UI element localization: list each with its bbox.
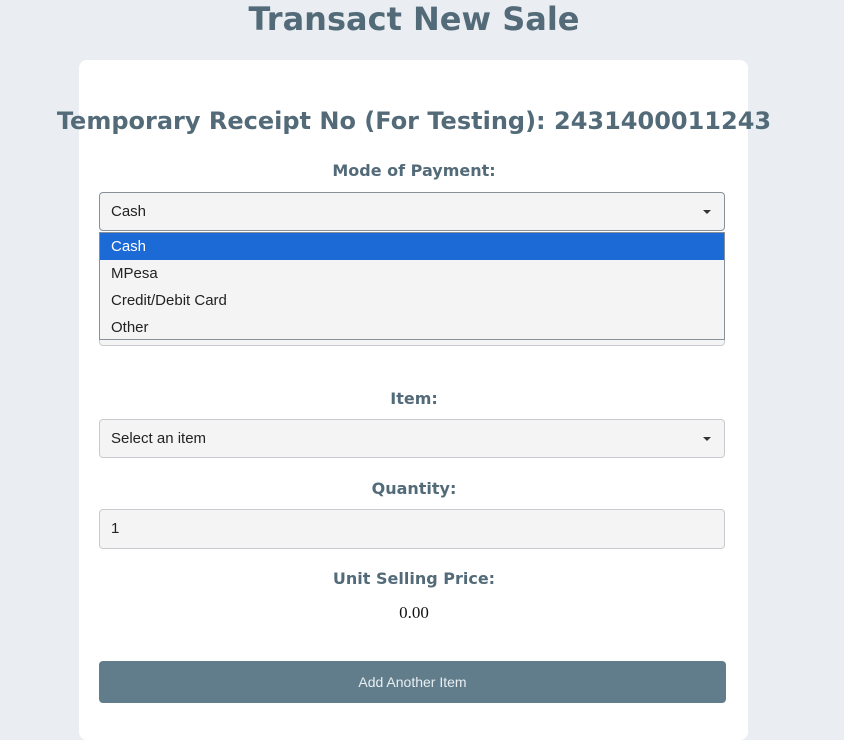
payment-mode-selected-value: Cash (111, 203, 147, 220)
page-title: Transact New Sale (248, 0, 580, 38)
item-selected-value: Select an item (111, 430, 207, 447)
quantity-label: Quantity: (371, 479, 457, 498)
payment-mode-dropdown: Cash MPesa Credit/Debit Card Other (99, 232, 725, 340)
unit-price-value: 0.00 (399, 603, 429, 622)
payment-mode-select[interactable]: Cash (99, 192, 725, 231)
quantity-input[interactable]: 1 (99, 509, 725, 549)
add-another-item-button[interactable]: Add Another Item (99, 661, 726, 703)
payment-option-other[interactable]: Other (100, 314, 724, 341)
payment-option-mpesa[interactable]: MPesa (100, 260, 724, 287)
payment-option-card[interactable]: Credit/Debit Card (100, 287, 724, 314)
quantity-value: 1 (111, 520, 120, 537)
item-select[interactable]: Select an item (99, 419, 725, 458)
item-label: Item: (390, 389, 438, 408)
unit-price-label: Unit Selling Price: (332, 569, 496, 588)
payment-option-cash[interactable]: Cash (100, 233, 724, 260)
chevron-down-icon (703, 437, 711, 441)
payment-mode-label: Mode of Payment: (332, 161, 496, 180)
chevron-down-icon (703, 210, 711, 214)
receipt-number-heading: Temporary Receipt No (For Testing): 2431… (56, 107, 772, 135)
